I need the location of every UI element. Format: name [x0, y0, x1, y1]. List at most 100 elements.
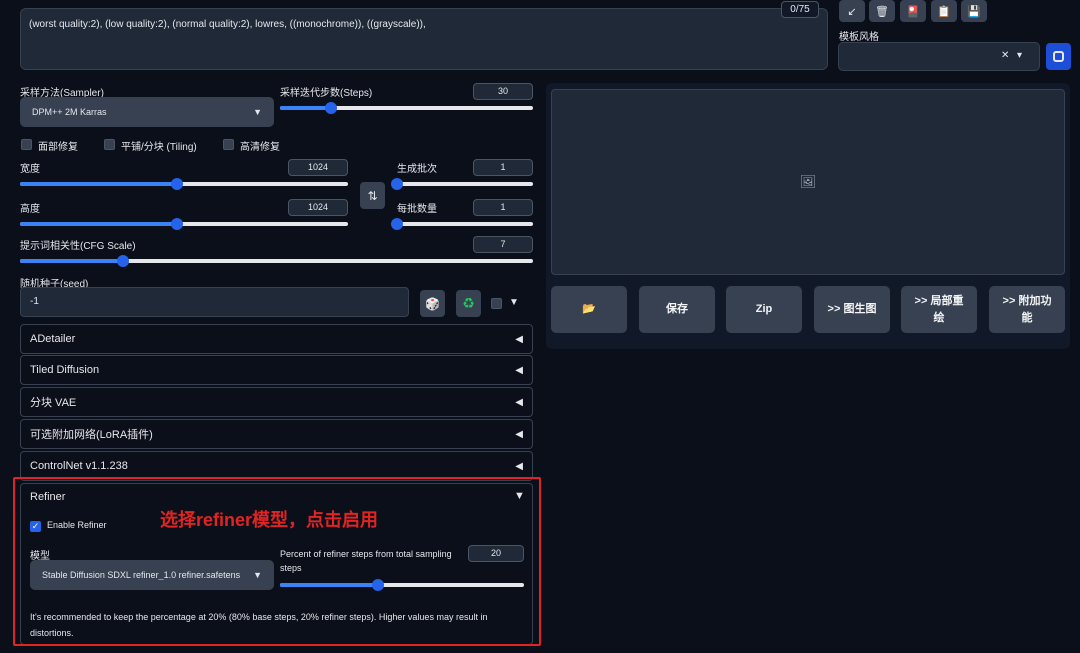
- swap-dimensions-button[interactable]: ⇅: [360, 182, 385, 209]
- height-input[interactable]: 1024: [288, 199, 348, 216]
- steps-slider-fill: [280, 106, 331, 110]
- random-seed-button[interactable]: 🎲: [420, 290, 445, 317]
- card-glyph: 🎴: [906, 5, 920, 18]
- token-counter: 0/75: [781, 1, 819, 18]
- refiner-model-select[interactable]: Stable Diffusion SDXL refiner_1.0 refine…: [30, 560, 274, 590]
- refiner-percent-input[interactable]: 20: [468, 545, 524, 562]
- chevron-down-icon: ▼: [253, 107, 262, 117]
- styles-select[interactable]: ✕ ▾: [838, 42, 1040, 71]
- batch-count-input[interactable]: 1: [473, 159, 533, 176]
- trash-glyph: 🗑: [875, 5, 889, 18]
- swap-icon: ⇅: [367, 188, 378, 203]
- clear-icon[interactable]: ✕: [1001, 50, 1009, 61]
- batch-size-slider-thumb[interactable]: [391, 218, 403, 230]
- hires-fix-checkbox[interactable]: [223, 139, 234, 150]
- negative-prompt-input[interactable]: (worst quality:2), (low quality:2), (nor…: [20, 8, 828, 70]
- width-slider-thumb[interactable]: [171, 178, 184, 190]
- open-folder-button[interactable]: 📂: [551, 286, 627, 333]
- refiner-model-value: Stable Diffusion SDXL refiner_1.0 refine…: [42, 570, 241, 580]
- seed-input[interactable]: -1: [20, 287, 409, 317]
- height-slider-fill: [20, 222, 178, 226]
- clipboard-icon[interactable]: 📋: [931, 0, 957, 22]
- save-glyph: 💾: [967, 5, 981, 18]
- width-label: 宽度: [20, 164, 40, 175]
- steps-input[interactable]: 30: [473, 83, 533, 100]
- width-slider[interactable]: [20, 178, 348, 190]
- panel-tiled-vae[interactable]: 分块 VAE ◀: [20, 387, 533, 417]
- panel-lora[interactable]: 可选附加网络(LoRA插件) ◀: [20, 419, 533, 449]
- batch-count-slider-thumb[interactable]: [391, 178, 403, 190]
- refiner-note-line2: distortions.: [30, 628, 74, 638]
- styles-label: 模板风格: [839, 32, 879, 43]
- annotation-text: 选择refiner模型，点击启用: [160, 510, 379, 530]
- batch-size-slider[interactable]: [391, 218, 533, 230]
- arrow-icon[interactable]: ↙: [839, 0, 865, 22]
- arrow-glyph: ↙: [847, 5, 857, 18]
- send-to-img2img-button[interactable]: >> 图生图: [814, 286, 890, 333]
- enable-refiner-checkbox[interactable]: ✓: [30, 521, 41, 532]
- panel-adetailer[interactable]: ADetailer ◀: [20, 324, 533, 354]
- zip-button-label: Zip: [755, 303, 773, 315]
- send-to-inpaint-button[interactable]: >> 局部重 绘: [901, 286, 977, 333]
- refiner-percent-label: Percent of refiner steps from total samp…: [280, 547, 452, 575]
- trash-icon[interactable]: 🗑: [869, 0, 895, 22]
- cfg-slider[interactable]: [20, 255, 533, 267]
- save-button[interactable]: 保存: [639, 286, 715, 333]
- refiner-percent-label-line1: Percent of refiner steps from total samp…: [280, 549, 452, 559]
- width-input[interactable]: 1024: [288, 159, 348, 176]
- cfg-label: 提示词相关性(CFG Scale): [20, 241, 136, 252]
- panel-label: 分块 VAE: [30, 397, 77, 409]
- expand-arrow-icon[interactable]: ▼: [514, 490, 525, 502]
- refresh-styles-button[interactable]: [1046, 43, 1071, 70]
- collapse-arrow-icon: ◀: [515, 396, 523, 408]
- batch-size-label: 每批数量: [397, 204, 437, 215]
- batch-count-slider[interactable]: [391, 178, 533, 190]
- reuse-seed-button[interactable]: ♻: [456, 290, 481, 317]
- height-slider[interactable]: [20, 218, 348, 230]
- folder-icon: 📂: [582, 303, 596, 315]
- clipboard-glyph: 📋: [937, 5, 951, 18]
- batch-count-label: 生成批次: [397, 164, 437, 175]
- batch-size-input[interactable]: 1: [473, 199, 533, 216]
- collapse-arrow-icon: ◀: [515, 364, 523, 376]
- tiling-checkbox[interactable]: [104, 139, 115, 150]
- extra-seed-checkbox[interactable]: [491, 298, 502, 309]
- face-restore-checkbox[interactable]: [21, 139, 32, 150]
- sampler-select[interactable]: DPM++ 2M Karras ▼: [20, 97, 274, 127]
- refiner-note: It's recommended to keep the percentage …: [30, 609, 487, 641]
- refresh-icon: [1053, 51, 1064, 62]
- height-slider-thumb[interactable]: [171, 218, 184, 230]
- extras-button-label-line2: 能: [1021, 311, 1033, 324]
- img2img-button-label: >> 图生图: [827, 303, 877, 315]
- image-placeholder-icon: 🖼: [799, 174, 817, 189]
- save-icon[interactable]: 💾: [961, 0, 987, 22]
- refiner-percent-slider-thumb[interactable]: [371, 579, 384, 591]
- refiner-percent-label-line2: steps: [280, 563, 302, 573]
- panel-tiled-diffusion[interactable]: Tiled Diffusion ◀: [20, 355, 533, 385]
- chevron-down-icon: ▼: [253, 570, 262, 580]
- panel-label: ControlNet v1.1.238: [30, 460, 128, 472]
- sampler-value: DPM++ 2M Karras: [32, 107, 107, 117]
- refiner-percent-slider-fill: [280, 583, 378, 587]
- extra-seed-arrow-icon[interactable]: ▼: [509, 297, 519, 308]
- inpaint-button-label-line1: >> 局部重: [914, 294, 964, 307]
- output-image-area: 🖼: [551, 89, 1065, 275]
- refiner-title[interactable]: Refiner: [30, 491, 65, 503]
- collapse-arrow-icon: ◀: [515, 428, 523, 440]
- cfg-slider-thumb[interactable]: [116, 255, 129, 267]
- face-restore-label: 面部修复: [38, 142, 78, 153]
- save-button-label: 保存: [666, 303, 688, 315]
- panel-label: 可选附加网络(LoRA插件): [30, 429, 153, 441]
- cfg-input[interactable]: 7: [473, 236, 533, 253]
- recycle-icon: ♻: [462, 295, 475, 311]
- cfg-slider-fill: [20, 259, 123, 263]
- steps-slider[interactable]: [280, 102, 533, 114]
- send-to-extras-button[interactable]: >> 附加功 能: [989, 286, 1065, 333]
- refiner-note-line1: It's recommended to keep the percentage …: [30, 612, 488, 622]
- dice-icon: 🎲: [425, 296, 440, 311]
- card-icon[interactable]: 🎴: [900, 0, 926, 22]
- refiner-percent-slider[interactable]: [280, 579, 524, 591]
- negative-prompt-text: (worst quality:2), (low quality:2), (nor…: [29, 19, 426, 30]
- zip-button[interactable]: Zip: [726, 286, 802, 333]
- steps-slider-thumb[interactable]: [324, 102, 337, 114]
